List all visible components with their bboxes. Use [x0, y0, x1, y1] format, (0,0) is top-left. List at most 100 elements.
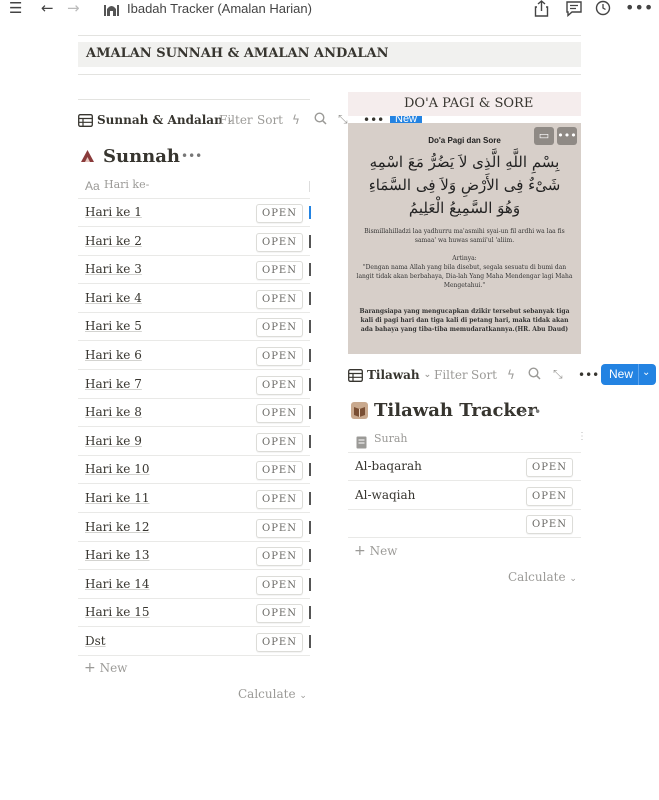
table-row[interactable]: Hari ke 11 OPEN	[78, 485, 310, 513]
table-row[interactable]: Hari ke 12 OPEN	[78, 514, 310, 542]
column-header[interactable]: Surah ⋮	[348, 428, 587, 453]
table-row[interactable]: OPEN	[348, 510, 581, 539]
table-row[interactable]: Hari ke 7 OPEN	[78, 371, 310, 399]
table-row[interactable]: Al-waqiah OPEN	[348, 482, 581, 510]
row-title[interactable]: Hari ke 6	[85, 348, 142, 362]
add-new-row-button[interactable]: + New	[84, 660, 127, 676]
row-title[interactable]: Al-baqarah	[355, 459, 422, 473]
table-row[interactable]: Hari ke 15 OPEN	[78, 599, 310, 628]
row-title[interactable]: Hari ke 2	[85, 234, 142, 248]
expand-icon[interactable]: ⤡	[553, 367, 563, 382]
calculate-button-left[interactable]: Calculate ⌄	[238, 687, 307, 701]
calculate-button-right[interactable]: Calculate ⌄	[508, 570, 577, 584]
search-icon[interactable]	[528, 367, 541, 383]
chevron-down-icon[interactable]: ⌄	[642, 367, 650, 378]
lightning-icon[interactable]: ϟ	[292, 113, 300, 127]
open-button[interactable]: OPEN	[256, 461, 303, 481]
search-icon[interactable]	[314, 112, 327, 128]
row-title[interactable]: Hari ke 9	[85, 434, 142, 448]
share-icon[interactable]	[534, 0, 549, 20]
table-row[interactable]: Al-baqarah OPEN	[348, 453, 581, 481]
cell-edge-marker	[309, 434, 311, 448]
add-new-label: New	[369, 544, 398, 558]
doa-image-card[interactable]: ▭ ••• Do'a Pagi dan Sore بِسْمِ اللَّهِ …	[348, 123, 581, 354]
table-icon	[78, 113, 93, 127]
doa-banner-title: DO'A PAGI & SORE	[404, 96, 534, 111]
row-title[interactable]: Al-waqiah	[355, 488, 415, 502]
table-row[interactable]: Dst OPEN	[78, 628, 310, 656]
more-options-icon[interactable]: •••	[578, 368, 599, 382]
cell-edge-marker	[309, 606, 311, 620]
row-title[interactable]: Hari ke 12	[85, 520, 149, 534]
cell-edge-marker	[309, 320, 311, 334]
open-button[interactable]: OPEN	[256, 604, 303, 624]
forward-arrow-icon[interactable]: →	[67, 0, 80, 16]
new-button-label: New	[609, 367, 634, 381]
open-button[interactable]: OPEN	[256, 633, 303, 652]
table-row[interactable]: Hari ke 1 OPEN	[78, 199, 310, 227]
back-arrow-icon[interactable]: ←	[41, 0, 54, 16]
column-resize-handle[interactable]: ⋮	[577, 431, 587, 442]
expand-icon[interactable]: ⤡	[338, 112, 348, 127]
row-title[interactable]: Hari ke 15	[85, 605, 149, 619]
open-button[interactable]: OPEN	[256, 490, 303, 509]
open-button[interactable]: OPEN	[256, 261, 303, 281]
table-row[interactable]: Hari ke 9 OPEN	[78, 428, 310, 456]
open-button[interactable]: OPEN	[256, 347, 303, 366]
filter-button[interactable]: Filter	[434, 368, 468, 382]
open-button[interactable]: OPEN	[256, 575, 303, 595]
row-title[interactable]: Hari ke 14	[85, 577, 149, 591]
add-new-row-button[interactable]: + New	[354, 543, 397, 559]
row-title[interactable]: Hari ke 4	[85, 291, 142, 305]
mosque-icon	[103, 0, 120, 19]
table-row[interactable]: Hari ke 2 OPEN	[78, 228, 310, 256]
sort-button[interactable]: Sort	[471, 368, 497, 382]
open-button[interactable]: OPEN	[526, 486, 573, 506]
open-button[interactable]: OPEN	[526, 515, 573, 535]
cell-edge-marker	[309, 377, 311, 391]
row-title[interactable]: Hari ke 11	[85, 491, 149, 505]
table-row[interactable]: Hari ke 10 OPEN	[78, 456, 310, 485]
open-button[interactable]: OPEN	[256, 518, 303, 538]
view-tab-sunnah-andalan[interactable]: Sunnah & Andalan ⌄	[78, 113, 234, 127]
row-title[interactable]: Hari ke 5	[85, 319, 142, 333]
table-row[interactable]: Hari ke 14 OPEN	[78, 571, 310, 599]
table-row[interactable]: Hari ke 3 OPEN	[78, 256, 310, 285]
table-row[interactable]: Hari ke 8 OPEN	[78, 399, 310, 428]
clock-icon[interactable]	[595, 0, 611, 19]
row-title[interactable]: Dst	[85, 634, 106, 648]
row-title[interactable]: Hari ke 10	[85, 462, 149, 476]
open-button[interactable]: OPEN	[256, 289, 303, 309]
more-icon[interactable]: •••	[625, 0, 653, 16]
table-row[interactable]: Hari ke 6 OPEN	[78, 342, 310, 370]
open-button[interactable]: OPEN	[256, 375, 303, 395]
row-title[interactable]: Hari ke 8	[85, 405, 142, 419]
chevron-down-icon: ⌄	[299, 691, 307, 701]
table-row[interactable]: Hari ke 5 OPEN	[78, 313, 310, 342]
table-row[interactable]: Hari ke 4 OPEN	[78, 285, 310, 313]
menu-icon[interactable]: ☰	[9, 0, 22, 16]
lightning-icon[interactable]: ϟ	[507, 368, 515, 382]
row-title[interactable]: Hari ke 1	[85, 205, 142, 219]
db-more-icon[interactable]: •••	[181, 149, 202, 163]
row-title[interactable]: Hari ke 13	[85, 548, 149, 562]
row-title[interactable]: Hari ke 3	[85, 262, 142, 276]
row-title[interactable]: Hari ke 7	[85, 377, 142, 391]
view-tab-tilawah[interactable]: Tilawah ⌄	[348, 368, 431, 382]
open-button[interactable]: OPEN	[256, 404, 303, 424]
filter-button[interactable]: Filter	[219, 113, 253, 127]
column-header[interactable]: Aa Hari ke-	[78, 174, 310, 199]
open-button[interactable]: OPEN	[256, 204, 303, 223]
open-button[interactable]: OPEN	[526, 458, 573, 477]
open-button[interactable]: OPEN	[256, 547, 303, 567]
open-button[interactable]: OPEN	[256, 318, 303, 338]
open-button[interactable]: OPEN	[256, 232, 303, 252]
chevron-down-icon: ⌄	[569, 574, 577, 584]
comment-icon[interactable]	[565, 0, 583, 20]
new-button-right[interactable]: New ⌄	[601, 364, 656, 385]
open-button[interactable]: OPEN	[256, 432, 303, 452]
sort-button[interactable]: Sort	[257, 113, 283, 127]
table-row[interactable]: Hari ke 13 OPEN	[78, 542, 310, 571]
db-more-icon[interactable]: •••	[520, 405, 541, 419]
view-tab-label: Sunnah & Andalan	[97, 113, 223, 127]
